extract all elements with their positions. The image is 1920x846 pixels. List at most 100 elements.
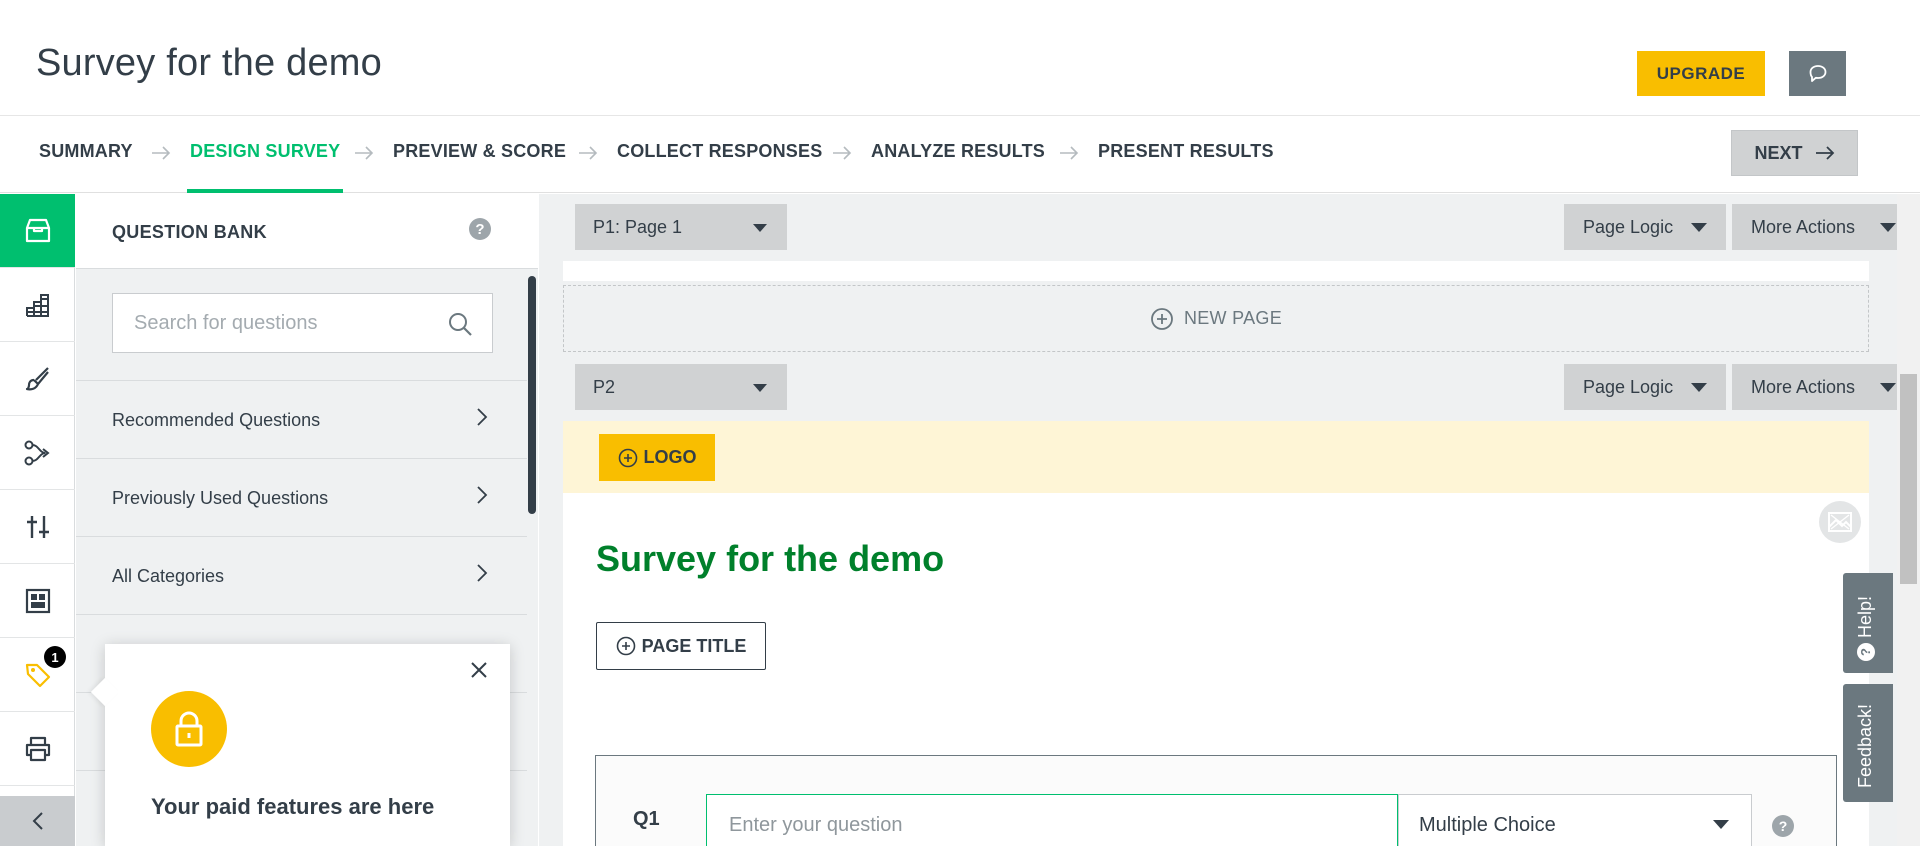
page-logic-label: Page Logic <box>1583 376 1674 397</box>
survey-body-title[interactable]: Survey for the demo <box>596 538 944 580</box>
help-icon[interactable]: ? <box>1772 815 1794 837</box>
plus-circle-icon <box>616 636 636 656</box>
page-title-label: PAGE TITLE <box>641 635 747 656</box>
arrow-right-icon <box>151 145 171 161</box>
feedback-button[interactable] <box>1789 51 1846 96</box>
rail-question-bank[interactable] <box>0 194 75 268</box>
upgrade-button[interactable]: UPGRADE <box>1637 51 1765 96</box>
lock-icon <box>151 691 227 767</box>
page-logic-label: Page Logic <box>1583 216 1674 237</box>
recommended-questions-row[interactable]: Recommended Questions <box>76 380 527 458</box>
feedback-tab[interactable]: Feedback! <box>1843 684 1893 802</box>
survey-canvas: P1: Page 1 Page Logic More Actions NEW P… <box>539 194 1897 846</box>
popover-title: Your paid features are here <box>151 794 435 819</box>
sliders-icon <box>24 513 52 541</box>
question-text-input[interactable] <box>706 794 1398 846</box>
step-analyze-results[interactable]: ANALYZE RESULTS <box>871 116 1045 193</box>
add-logo-button[interactable]: LOGO <box>599 434 715 481</box>
rail-options[interactable] <box>0 490 75 564</box>
page-2-bar: P2 Page Logic More Actions <box>563 354 1897 421</box>
arrow-right-icon <box>1815 145 1835 161</box>
page-1-select[interactable]: P1: Page 1 <box>575 204 787 250</box>
help-icon[interactable]: ? <box>469 218 491 240</box>
chevron-right-icon <box>476 485 488 505</box>
page-logic-button[interactable]: Page Logic <box>1564 204 1726 250</box>
arrow-right-icon <box>354 145 374 161</box>
logo-label: LOGO <box>643 447 697 467</box>
row-label: All Categories <box>112 566 225 586</box>
plus-circle-icon <box>1150 307 1174 331</box>
rail-builder[interactable] <box>0 268 75 342</box>
next-button[interactable]: NEXT <box>1731 130 1858 176</box>
question-bank-scrollbar[interactable] <box>527 269 538 846</box>
step-summary[interactable]: SUMMARY <box>39 116 133 193</box>
image-icon[interactable] <box>1819 501 1861 543</box>
new-page-button[interactable]: NEW PAGE <box>563 285 1869 352</box>
caret-down-icon <box>1880 223 1896 232</box>
page-1-label: P1: Page 1 <box>593 216 683 237</box>
question-search-box <box>112 293 493 353</box>
feedback-tab-label: Feedback! <box>1855 703 1875 788</box>
chevron-left-icon <box>31 811 45 831</box>
step-preview-score[interactable]: PREVIEW & SCORE <box>393 116 566 193</box>
print-icon <box>24 735 52 763</box>
caret-down-icon <box>1713 820 1729 829</box>
step-present-results[interactable]: PRESENT RESULTS <box>1098 116 1274 193</box>
survey-title: Survey for the demo <box>36 42 382 84</box>
tool-rail: 1 <box>0 194 75 846</box>
scrollbar-thumb[interactable] <box>1900 374 1917 584</box>
chevron-right-icon <box>476 407 488 427</box>
page-2-select[interactable]: P2 <box>575 364 787 410</box>
close-icon[interactable] <box>467 658 491 682</box>
next-label: NEXT <box>1754 142 1803 163</box>
row-label: Previously Used Questions <box>112 488 329 508</box>
search-icon[interactable] <box>447 311 473 337</box>
rail-logic[interactable] <box>0 416 75 490</box>
more-actions-button[interactable]: More Actions <box>1732 364 1897 410</box>
plus-circle-icon <box>618 448 638 468</box>
all-categories-row[interactable]: All Categories <box>76 536 527 614</box>
scrollbar-thumb[interactable] <box>528 276 536 514</box>
page-2-label: P2 <box>593 376 616 397</box>
speech-bubble-icon <box>1808 64 1828 84</box>
caret-down-icon <box>1691 383 1707 392</box>
step-navigation: SUMMARY DESIGN SURVEY PREVIEW & SCORE CO… <box>0 116 1920 193</box>
rail-print[interactable] <box>0 712 75 786</box>
divider <box>76 614 527 615</box>
survey-page-body: Survey for the demo PAGE TITLE Q1 Multip… <box>563 493 1869 846</box>
question-number: Q1 <box>633 808 660 830</box>
more-actions-button[interactable]: More Actions <box>1732 204 1897 250</box>
rail-paid-features[interactable]: 1 <box>0 638 75 712</box>
caret-down-icon <box>1691 223 1707 232</box>
caret-down-icon <box>1880 383 1896 392</box>
builder-icon <box>24 291 52 319</box>
question-type-label: Multiple Choice <box>1419 813 1556 836</box>
add-page-title-button[interactable]: PAGE TITLE <box>596 622 766 670</box>
help-tab[interactable]: ? Help! <box>1843 573 1893 673</box>
page-1-bar: P1: Page 1 Page Logic More Actions <box>563 194 1897 261</box>
chevron-right-icon <box>476 563 488 583</box>
logo-strip: LOGO <box>563 421 1869 493</box>
rail-layout[interactable] <box>0 564 75 638</box>
row-label: Recommended Questions <box>112 410 321 430</box>
question-bank-icon <box>23 217 53 245</box>
question-bank-title: QUESTION BANK <box>112 222 267 242</box>
new-page-label: NEW PAGE <box>1183 308 1283 328</box>
collapse-panel-button[interactable] <box>0 796 75 846</box>
rail-style[interactable] <box>0 342 75 416</box>
arrow-right-icon <box>1059 145 1079 161</box>
question-type-select[interactable]: Multiple Choice <box>1398 794 1752 846</box>
previously-used-questions-row[interactable]: Previously Used Questions <box>76 458 527 536</box>
question-editor-card: Q1 Multiple Choice ? <box>595 755 1837 846</box>
top-header: Survey for the demo UPGRADE <box>0 0 1920 116</box>
more-actions-label: More Actions <box>1751 376 1856 397</box>
step-design-survey[interactable]: DESIGN SURVEY <box>186 116 344 193</box>
question-search-input[interactable] <box>113 294 433 352</box>
layout-icon <box>24 587 52 615</box>
caret-down-icon <box>753 224 767 232</box>
step-collect-responses[interactable]: COLLECT RESPONSES <box>617 116 822 193</box>
question-bank-header: QUESTION BANK ? <box>76 194 538 269</box>
page-logic-button[interactable]: Page Logic <box>1564 364 1726 410</box>
page-scrollbar[interactable] <box>1897 194 1920 846</box>
arrow-right-icon <box>832 145 852 161</box>
